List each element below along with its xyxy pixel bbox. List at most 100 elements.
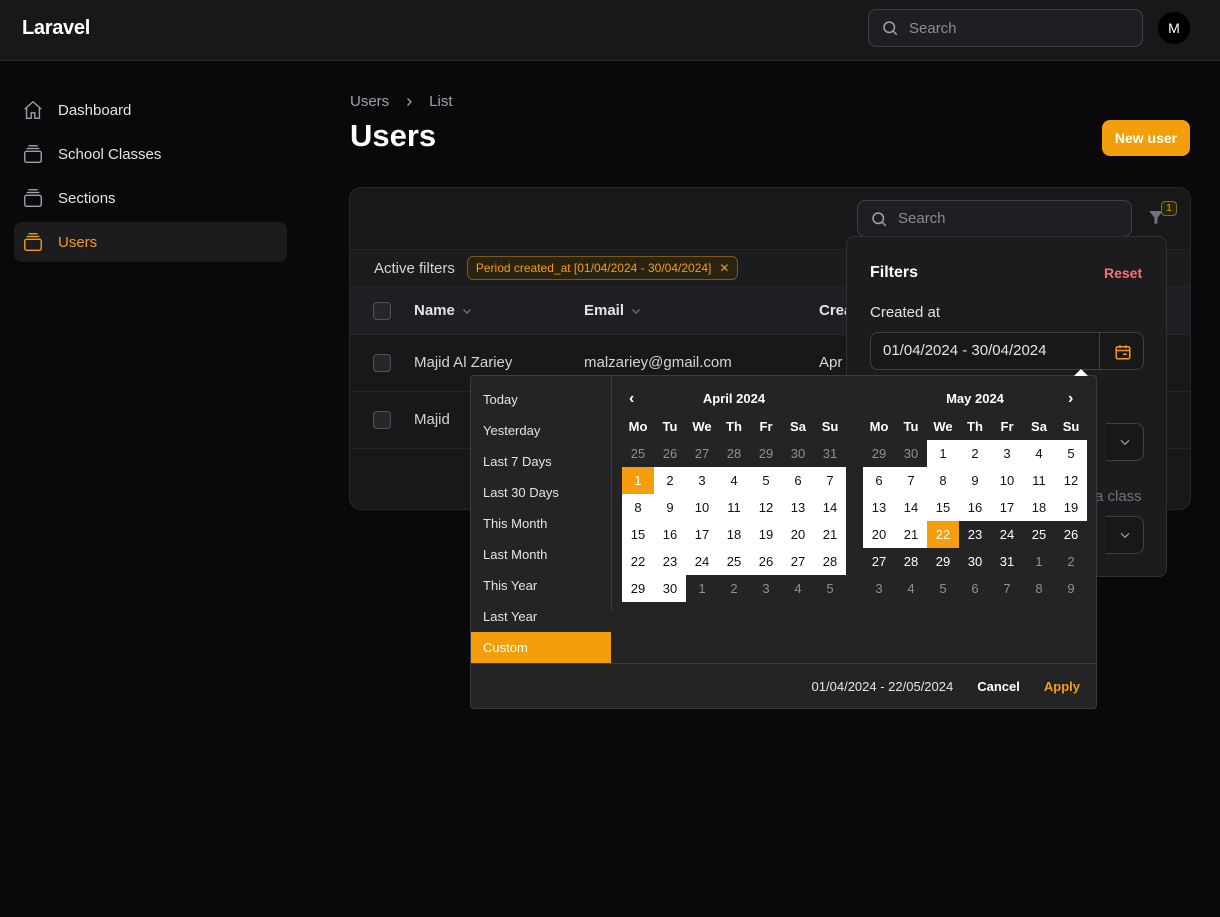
calendar-day[interactable]: 2 [718,575,750,602]
column-header-name[interactable]: Name [414,302,473,319]
calendar-day[interactable]: 23 [959,521,991,548]
calendar-day[interactable]: 16 [654,521,686,548]
calendar-day[interactable]: 24 [686,548,718,575]
calendar-day[interactable]: 27 [863,548,895,575]
calendar-day[interactable]: 24 [991,521,1023,548]
apply-button[interactable]: Apply [1044,679,1080,694]
calendar-day[interactable]: 25 [1023,521,1055,548]
calendar-day[interactable]: 17 [686,521,718,548]
global-search[interactable] [868,9,1143,47]
calendar-day[interactable]: 26 [654,440,686,467]
calendar-day[interactable]: 2 [1055,548,1087,575]
calendar-day[interactable]: 29 [622,575,654,602]
table-search-input[interactable] [898,210,1098,227]
calendar-day[interactable]: 11 [718,494,750,521]
calendar-day[interactable]: 19 [1055,494,1087,521]
calendar-day[interactable]: 21 [814,521,846,548]
calendar-day[interactable]: 5 [1055,440,1087,467]
calendar-day[interactable]: 29 [927,548,959,575]
calendar-day[interactable]: 4 [782,575,814,602]
brand-logo[interactable]: Laravel [22,17,90,40]
table-search[interactable] [857,200,1132,237]
calendar-day[interactable]: 30 [782,440,814,467]
calendar-day[interactable]: 30 [654,575,686,602]
calendar-day[interactable]: 8 [927,467,959,494]
calendar-day[interactable]: 30 [895,440,927,467]
calendar-day[interactable]: 15 [622,521,654,548]
range-option[interactable]: Today [471,384,611,415]
select-all-checkbox[interactable] [373,302,391,320]
range-option[interactable]: This Month [471,508,611,539]
calendar-day[interactable]: 4 [895,575,927,602]
calendar-day[interactable]: 14 [814,494,846,521]
calendar-day[interactable]: 8 [1023,575,1055,602]
calendar-day[interactable]: 18 [718,521,750,548]
calendar-day[interactable]: 12 [1055,467,1087,494]
calendar-day[interactable]: 1 [927,440,959,467]
calendar-day[interactable]: 20 [782,521,814,548]
filter-select-class[interactable] [1106,516,1144,554]
calendar-day[interactable]: 29 [750,440,782,467]
breadcrumb-parent[interactable]: Users [350,93,389,110]
calendar-day[interactable]: 31 [991,548,1023,575]
calendar-day[interactable]: 20 [863,521,895,548]
range-option[interactable]: This Year [471,570,611,601]
created-at-field[interactable] [870,332,1144,370]
calendar-day[interactable]: 18 [1023,494,1055,521]
calendar-day[interactable]: 7 [895,467,927,494]
calendar-day[interactable]: 6 [863,467,895,494]
close-icon[interactable]: ✕ [719,261,729,275]
range-option[interactable]: Last 30 Days [471,477,611,508]
calendar-day[interactable]: 7 [991,575,1023,602]
cancel-button[interactable]: Cancel [977,679,1020,694]
calendar-day[interactable]: 6 [959,575,991,602]
calendar-day[interactable]: 2 [959,440,991,467]
calendar-day[interactable]: 9 [959,467,991,494]
calendar-day[interactable]: 3 [991,440,1023,467]
sidebar-item-dashboard[interactable]: Dashboard [14,90,287,130]
calendar-day[interactable]: 17 [991,494,1023,521]
calendar-day[interactable]: 1 [1023,548,1055,575]
calendar-day[interactable]: 1 [622,467,654,494]
calendar-day[interactable]: 3 [686,467,718,494]
sidebar-item-school-classes[interactable]: School Classes [14,134,287,174]
calendar-day[interactable]: 5 [814,575,846,602]
calendar-day[interactable]: 10 [686,494,718,521]
range-option[interactable]: Last Month [471,539,611,570]
calendar-day[interactable]: 15 [927,494,959,521]
calendar-day[interactable]: 27 [782,548,814,575]
range-option[interactable]: Last Year [471,601,611,632]
calendar-day[interactable]: 7 [814,467,846,494]
calendar-day[interactable]: 28 [814,548,846,575]
calendar-day[interactable]: 30 [959,548,991,575]
range-option[interactable]: Last 7 Days [471,446,611,477]
calendar-day[interactable]: 9 [1055,575,1087,602]
calendar-day[interactable]: 5 [750,467,782,494]
calendar-day[interactable]: 10 [991,467,1023,494]
calendar-button[interactable] [1099,333,1143,369]
calendar-day[interactable]: 29 [863,440,895,467]
calendar-day[interactable]: 13 [863,494,895,521]
calendar-day[interactable]: 28 [895,548,927,575]
calendar-day[interactable]: 12 [750,494,782,521]
calendar-day[interactable]: 13 [782,494,814,521]
range-option[interactable]: Yesterday [471,415,611,446]
user-avatar[interactable]: M [1158,12,1190,44]
calendar-day[interactable]: 28 [718,440,750,467]
calendar-day[interactable]: 3 [863,575,895,602]
next-month-button[interactable]: › [1068,390,1073,408]
calendar-day[interactable]: 5 [927,575,959,602]
calendar-day[interactable]: 22 [927,521,959,548]
calendar-day[interactable]: 2 [654,467,686,494]
range-option[interactable]: Custom [471,632,611,663]
calendar-day[interactable]: 23 [654,548,686,575]
calendar-day[interactable]: 26 [750,548,782,575]
sidebar-item-sections[interactable]: Sections [14,178,287,218]
calendar-day[interactable]: 19 [750,521,782,548]
filter-select-1[interactable] [1106,423,1144,461]
calendar-day[interactable]: 25 [622,440,654,467]
created-at-input[interactable] [883,342,1093,359]
calendar-day[interactable]: 9 [654,494,686,521]
calendar-day[interactable]: 25 [718,548,750,575]
row-checkbox[interactable] [373,411,391,429]
